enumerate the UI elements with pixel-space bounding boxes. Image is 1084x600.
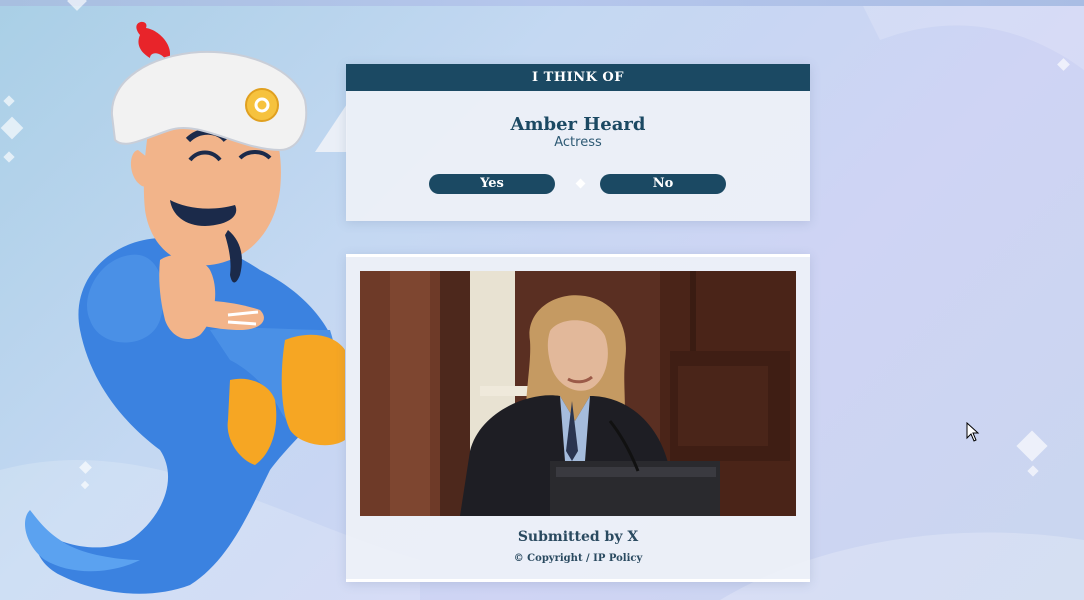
mouse-pointer-icon (966, 422, 980, 442)
guess-card: I THINK OF Amber Heard Actress Yes No (346, 64, 810, 221)
yes-button[interactable]: Yes (429, 174, 555, 194)
guessed-character-name: Amber Heard (510, 114, 646, 135)
genie-mascot (25, 21, 345, 594)
guessed-character-description: Actress (554, 135, 602, 150)
guess-header: I THINK OF (346, 64, 810, 91)
submitted-by: Submitted by X (517, 529, 639, 545)
photo-card: Submitted by X © Copyright / IP Policy (346, 254, 810, 582)
character-photo (360, 271, 796, 516)
copyright-link[interactable]: © Copyright / IP Policy (346, 553, 810, 564)
no-button[interactable]: No (600, 174, 726, 194)
photo-image (360, 271, 796, 516)
diamond-icon (575, 178, 586, 189)
speech-bubble-tail (315, 104, 347, 152)
